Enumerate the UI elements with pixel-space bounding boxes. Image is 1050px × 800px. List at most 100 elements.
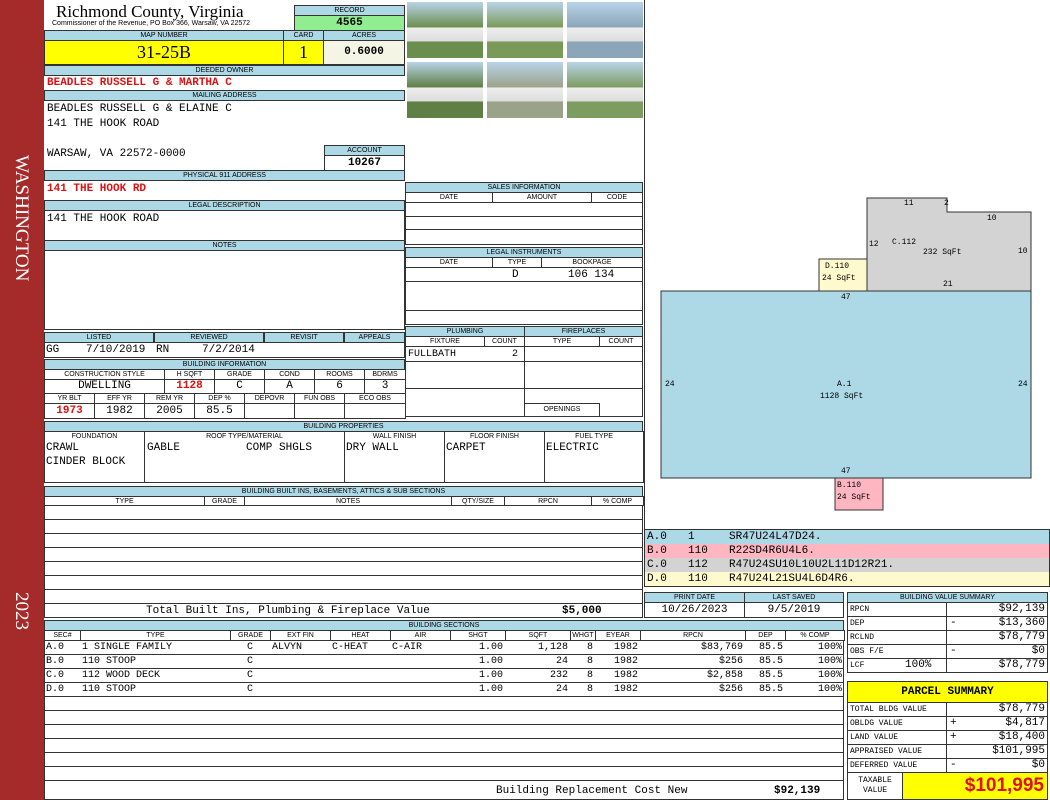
notes-box [44,240,405,330]
built-ins-row [44,589,643,590]
property-photo[interactable] [566,1,644,59]
dim: 11 [904,199,914,208]
section-cell: C [246,656,253,667]
code-path: R47U24SU10L10U2L11D12R21. [729,559,895,571]
wall-finish: DRY WALL [346,442,399,454]
instrument-rows [405,281,643,311]
value-summary-sign: 100% [905,659,932,671]
code-type: 110 [688,545,708,557]
dim: 21 [943,280,953,289]
physical-address: 141 THE HOOK RD [47,183,147,195]
section-col: GRADE [230,630,271,641]
value-summary-value: $78,779 [998,631,1045,643]
section-col: SQFT [505,630,571,641]
sketch-a-label: A.1 [837,380,852,389]
property-photo[interactable] [566,61,644,119]
reviewed-date: 7/2/2014 [202,344,255,356]
section-col: HEAT [330,630,391,641]
section-cell: 1982 [613,670,638,681]
section-cell: 8 [586,684,593,695]
section-cell: 8 [586,642,593,653]
section-cell: $256 [718,684,743,695]
section-col: TYPE [80,630,231,641]
value-summary-value: $92,139 [998,603,1045,615]
code-section: C.0 [647,559,667,571]
building-info-value: 3 [364,379,406,394]
parcel-value: $0 [1031,759,1045,771]
property-photo[interactable] [406,61,484,119]
last-saved-date: 9/5/2019 [744,602,844,618]
section-cell: 110 STOOP [82,656,137,667]
dim: 47 [841,293,851,302]
property-photo[interactable] [406,1,484,59]
section-cell: 85.5 [758,656,783,667]
mailing-line-1: BEADLES RUSSELL G & ELAINE C [47,103,232,115]
sketch-code-row: A.0 1 SR47U24L47D24. [645,530,1049,544]
section-col: SEC# [44,630,81,641]
parcel-label: OBLDG VALUE [847,716,947,731]
built-ins-col: NOTES [244,496,452,506]
built-ins-row [44,533,643,534]
instruments-date-col: DATE [405,257,493,268]
value-summary-label: RPCN [847,602,947,617]
sales-row [405,216,643,230]
dim: 47 [841,467,851,476]
card-number: 1 [283,40,324,65]
built-ins-col: GRADE [204,496,245,506]
built-ins-row [44,575,643,576]
sales-code-col: CODE [591,192,643,203]
code-path: SR47U24L47D24. [729,531,822,543]
floor-finish: CARPET [446,442,486,454]
property-photo[interactable] [486,61,564,119]
section-cell: $2,858 [706,670,743,681]
fixture-col: FIXTURE [405,336,485,347]
value-summary-label: LCF [847,658,947,673]
section-cell: C [246,684,253,695]
foundation-2: CINDER BLOCK [46,456,126,468]
section-cell: 100% [817,684,842,695]
sketch-d-area: 24 SqFt [822,274,856,283]
section-cell: 110 STOOP [82,684,137,695]
sketch-c-label: C.112 [892,238,917,247]
value-summary-label: OBS F/E [847,644,947,659]
plumbing-count-col: COUNT [484,336,525,347]
parcel-label: TOTAL BLDG VALUE [847,702,947,717]
building-info-value [344,403,406,419]
built-ins-col: RPCN [504,496,592,506]
code-section: A.0 [647,531,667,543]
built-ins-total-label: Total Built Ins, Plumbing & Fireplace Va… [146,605,430,617]
plumbing-rows [405,361,643,389]
legal-description-header: LEGAL DESCRIPTION [44,200,405,211]
property-photo[interactable] [486,1,564,59]
section-cell: A.0 [46,642,65,653]
building-info-value: 85.5 [194,403,245,419]
code-type: 110 [688,573,708,585]
dim: 10 [1018,247,1028,256]
section-cell: C [246,670,253,681]
parcel-value: $78,779 [998,703,1045,715]
instruments-type-col: TYPE [492,257,542,268]
section-col: AIR [390,630,451,641]
roof-type: GABLE [147,442,181,454]
parcel-summary-header: PARCEL SUMMARY [847,681,1048,703]
mailing-line-3: WARSAW, VA 22572-0000 [47,148,186,160]
section-cell: 100% [817,656,842,667]
section-cell: 1982 [613,684,638,695]
year-label: 2023 [11,592,32,630]
acres-value: 0.6000 [323,40,405,65]
section-cell: $256 [718,656,743,667]
physical-address-header: PHYSICAL 911 ADDRESS [44,170,405,181]
roof-material: COMP SHGLS [246,442,313,454]
taxable-value-label: TAXABLE VALUE [847,772,903,800]
section-cell: C-AIR [392,642,423,653]
instrument-type: D [512,269,519,281]
section-cell: C.0 [46,670,65,681]
listed-by: GG [46,344,60,356]
section-row-line [44,724,844,725]
section-cell: 24 [555,684,568,695]
section-col: SHGT [450,630,506,641]
dim: 12 [869,240,879,249]
section-row-line [44,710,844,711]
section-cell: 8 [586,670,593,681]
dim: 2 [944,199,949,208]
